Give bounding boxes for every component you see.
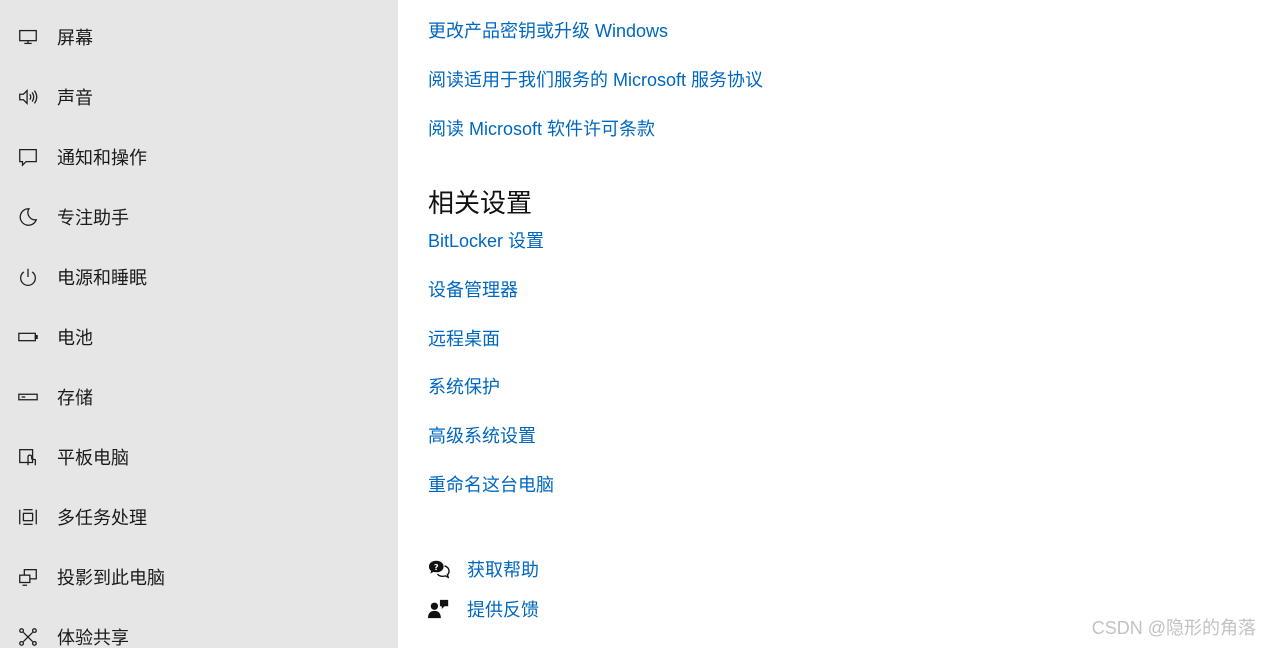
share-icon	[16, 625, 40, 648]
bitlocker-settings-link[interactable]: BitLocker 设置	[428, 229, 544, 253]
sidebar-item-power-sleep[interactable]: 电源和睡眠	[0, 247, 398, 307]
sidebar-item-label: 通知和操作	[57, 148, 147, 168]
feedback-link[interactable]: 提供反馈	[428, 596, 539, 622]
storage-icon	[16, 385, 40, 409]
help-chat-icon: ?	[428, 558, 450, 580]
sidebar-item-battery[interactable]: 电池	[0, 307, 398, 367]
settings-window: 屏幕 声音 通知和操作 专注助手 电源和睡眠 电池 存储 平板电脑 多任务处理 …	[0, 0, 1272, 648]
system-protection-link[interactable]: 系统保护	[428, 375, 500, 399]
notification-icon	[16, 145, 40, 169]
svg-text:?: ?	[434, 562, 439, 572]
sidebar-item-label: 投影到此电脑	[57, 568, 165, 588]
sidebar: 屏幕 声音 通知和操作 专注助手 电源和睡眠 电池 存储 平板电脑 多任务处理 …	[0, 0, 398, 648]
sidebar-item-label: 电源和睡眠	[57, 268, 147, 288]
license-terms-link[interactable]: 阅读 Microsoft 软件许可条款	[428, 117, 655, 141]
sidebar-item-focus-assist[interactable]: 专注助手	[0, 187, 398, 247]
sidebar-item-label: 屏幕	[57, 28, 93, 48]
rename-pc-link[interactable]: 重命名这台电脑	[428, 473, 554, 497]
related-settings-title: 相关设置	[428, 188, 533, 218]
upgrade-windows-link[interactable]: 更改产品密钥或升级 Windows	[428, 19, 668, 43]
monitor-icon	[16, 25, 40, 49]
feedback-label: 提供反馈	[467, 600, 539, 620]
advanced-system-settings-link[interactable]: 高级系统设置	[428, 424, 536, 448]
project-icon	[16, 565, 40, 589]
sidebar-item-storage[interactable]: 存储	[0, 367, 398, 427]
sidebar-item-shared-experiences[interactable]: 体验共享	[0, 607, 398, 648]
sidebar-item-multitasking[interactable]: 多任务处理	[0, 487, 398, 547]
sidebar-item-label: 专注助手	[57, 208, 129, 228]
battery-icon	[16, 325, 40, 349]
device-manager-link[interactable]: 设备管理器	[428, 278, 518, 302]
moon-icon	[16, 205, 40, 229]
multitask-icon	[16, 505, 40, 529]
get-help-link[interactable]: ? 获取帮助	[428, 556, 539, 582]
sidebar-item-display[interactable]: 屏幕	[0, 7, 398, 67]
service-agreement-link[interactable]: 阅读适用于我们服务的 Microsoft 服务协议	[428, 68, 763, 92]
sidebar-item-notifications[interactable]: 通知和操作	[0, 127, 398, 187]
sidebar-item-label: 电池	[57, 328, 93, 348]
watermark: CSDN @隐形的角落	[1091, 618, 1256, 638]
get-help-label: 获取帮助	[467, 560, 539, 580]
sidebar-item-label: 平板电脑	[57, 448, 129, 468]
feedback-person-icon	[428, 598, 450, 620]
power-icon	[16, 265, 40, 289]
remote-desktop-link[interactable]: 远程桌面	[428, 327, 500, 351]
speaker-icon	[16, 85, 40, 109]
sidebar-item-label: 体验共享	[57, 628, 129, 648]
sidebar-item-label: 声音	[57, 88, 93, 108]
tablet-icon	[16, 445, 40, 469]
sidebar-item-project[interactable]: 投影到此电脑	[0, 547, 398, 607]
main-content: 更改产品密钥或升级 Windows 阅读适用于我们服务的 Microsoft 服…	[398, 0, 1272, 648]
sidebar-item-tablet[interactable]: 平板电脑	[0, 427, 398, 487]
sidebar-item-label: 多任务处理	[57, 508, 147, 528]
sidebar-item-label: 存储	[57, 388, 93, 408]
sidebar-item-sound[interactable]: 声音	[0, 67, 398, 127]
